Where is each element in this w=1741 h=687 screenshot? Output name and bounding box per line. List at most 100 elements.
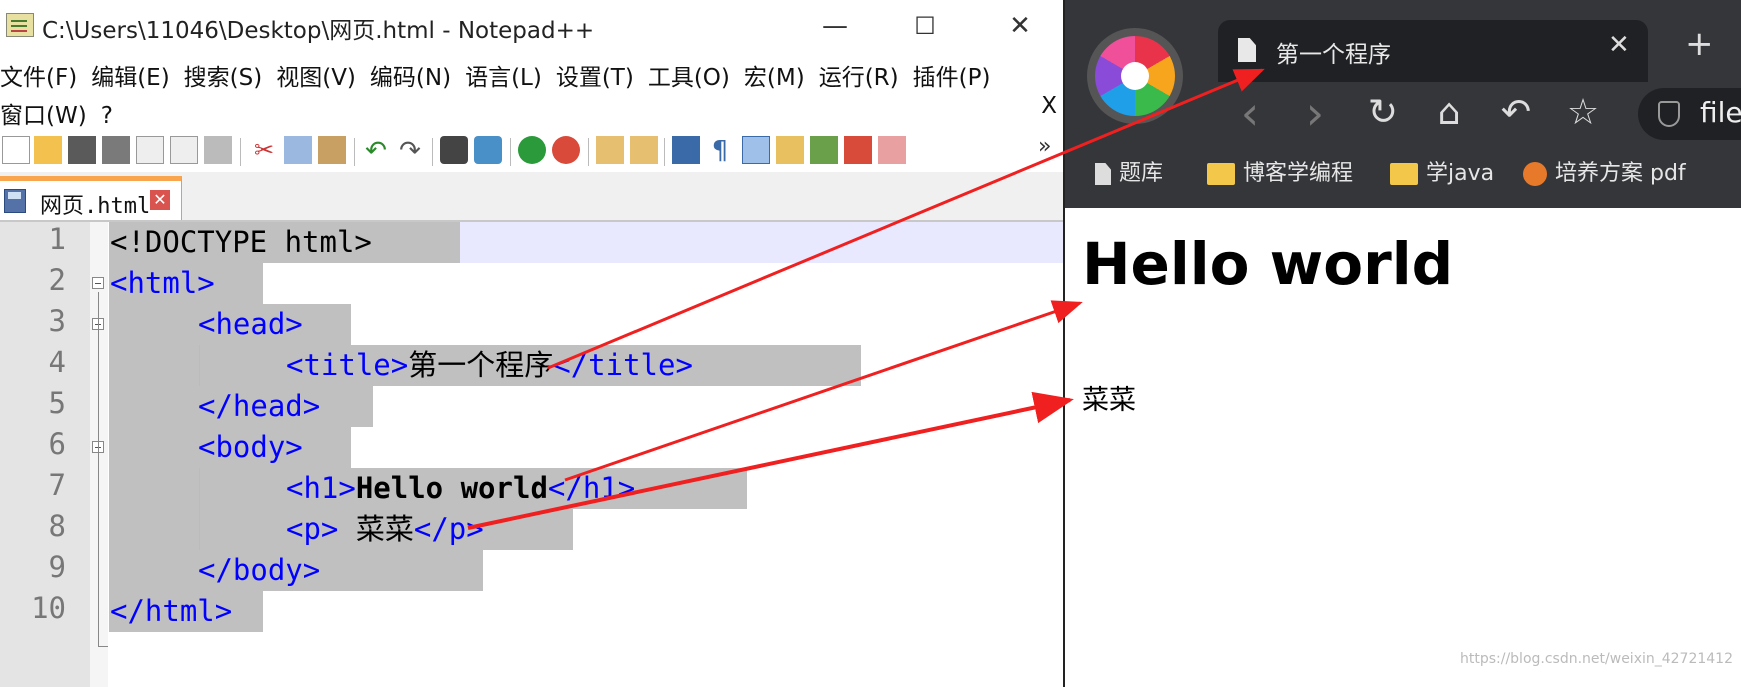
sync-vertical-icon[interactable] bbox=[596, 136, 624, 164]
redo-icon[interactable]: ↷ bbox=[396, 136, 424, 166]
menu-plugins[interactable]: 插件(P) bbox=[913, 58, 991, 92]
page-icon bbox=[1095, 163, 1111, 185]
menu-edit[interactable]: 编辑(E) bbox=[91, 58, 169, 92]
toolbar-separator bbox=[664, 138, 665, 166]
fold-line bbox=[98, 292, 99, 647]
toolbar-separator bbox=[240, 138, 241, 166]
tab-webpage-html[interactable]: 网页.html ✕ bbox=[0, 176, 182, 220]
save-all-icon[interactable] bbox=[102, 136, 130, 164]
menu-close-button[interactable]: X bbox=[1041, 93, 1057, 119]
toolbar-separator bbox=[588, 138, 589, 166]
show-all-characters-icon[interactable]: ¶ bbox=[706, 136, 734, 166]
bookmark-label: 学java bbox=[1426, 161, 1495, 186]
code-line-8: <p> 菜菜</p> bbox=[286, 509, 484, 550]
function-list-icon[interactable] bbox=[844, 136, 872, 164]
title-close-tag: </title> bbox=[553, 348, 693, 382]
browser-logo-icon[interactable] bbox=[1087, 28, 1183, 124]
forward-button[interactable]: › bbox=[1290, 88, 1340, 138]
title-open-tag: <title> bbox=[286, 348, 409, 382]
code-editor[interactable]: 1 2 3 4 5 6 7 8 9 10 <!DOCTYPE html> <ht… bbox=[0, 222, 1065, 687]
line-number: 5 bbox=[48, 386, 66, 420]
close-button[interactable]: ✕ bbox=[990, 6, 1050, 46]
menu-run[interactable]: 运行(R) bbox=[819, 58, 899, 92]
menu-encoding[interactable]: 编码(N) bbox=[370, 58, 451, 92]
home-button[interactable]: ⌂ bbox=[1424, 88, 1474, 138]
sync-horizontal-icon[interactable] bbox=[630, 136, 658, 164]
menu-file[interactable]: 文件(F) bbox=[0, 58, 77, 92]
user-language-icon[interactable] bbox=[776, 136, 804, 164]
copy-icon[interactable] bbox=[284, 136, 312, 164]
notepad-app-icon bbox=[6, 13, 34, 37]
line-number: 2 bbox=[48, 263, 66, 297]
address-bar[interactable]: file bbox=[1638, 88, 1741, 140]
paste-icon[interactable] bbox=[318, 136, 346, 164]
code-line-3: <head> bbox=[198, 307, 303, 341]
maximize-button[interactable]: ☐ bbox=[895, 6, 955, 46]
folder-as-workspace-icon[interactable] bbox=[878, 136, 906, 164]
code-line-10: </html> bbox=[110, 594, 233, 628]
menu-macro[interactable]: 宏(M) bbox=[744, 58, 805, 92]
save-icon[interactable] bbox=[68, 136, 96, 164]
menu-window[interactable]: 窗口(W) bbox=[0, 96, 87, 130]
bookmark-star-button[interactable]: ☆ bbox=[1558, 88, 1608, 138]
back-button[interactable]: ‹ bbox=[1225, 88, 1275, 138]
menu-help[interactable]: ? bbox=[101, 103, 113, 129]
line-number: 9 bbox=[48, 550, 66, 584]
window-title: C:\Users\11046\Desktop\网页.html - Notepad… bbox=[42, 18, 595, 44]
minimize-button[interactable]: — bbox=[805, 6, 865, 46]
zoom-out-icon[interactable] bbox=[552, 136, 580, 164]
page-content: Hello world 菜菜 https://blog.csdn.net/wei… bbox=[1065, 208, 1741, 687]
folder-icon bbox=[1390, 163, 1418, 185]
url-text: file bbox=[1700, 96, 1741, 129]
close-all-icon[interactable] bbox=[170, 136, 198, 164]
saved-state-icon bbox=[4, 189, 26, 213]
undo-close-button[interactable]: ↶ bbox=[1491, 88, 1541, 138]
bookmark-training-plan[interactable]: 培养方案 pdf bbox=[1523, 155, 1686, 195]
page-paragraph: 菜菜 bbox=[1082, 385, 1136, 416]
reload-button[interactable]: ↻ bbox=[1358, 88, 1408, 138]
cut-icon[interactable]: ✂ bbox=[250, 136, 278, 164]
toolbar-separator bbox=[354, 138, 355, 166]
bookmark-label: 博客学编程 bbox=[1243, 161, 1354, 186]
indent-guide bbox=[199, 468, 200, 550]
bookmark-blog[interactable]: 博客学编程 bbox=[1207, 155, 1353, 195]
new-file-icon[interactable] bbox=[2, 136, 30, 164]
new-tab-button[interactable]: + bbox=[1685, 24, 1714, 64]
fold-toggle-icon[interactable] bbox=[92, 277, 104, 289]
menu-language[interactable]: 语言(L) bbox=[465, 58, 542, 92]
print-icon[interactable] bbox=[204, 136, 232, 164]
p-text: 菜菜 bbox=[338, 512, 414, 546]
toolbar: ✂ ↶ ↷ ¶ » bbox=[0, 130, 1065, 172]
bookmark-tiku[interactable]: 题库 bbox=[1095, 155, 1163, 195]
bookmark-java[interactable]: 学java bbox=[1390, 155, 1494, 195]
bookmark-label: 题库 bbox=[1119, 161, 1164, 186]
indent-guide-icon[interactable] bbox=[742, 136, 770, 164]
gear-icon bbox=[1523, 162, 1547, 186]
code-line-6: <body> bbox=[198, 430, 303, 464]
shield-icon[interactable] bbox=[1658, 101, 1680, 127]
menu-search[interactable]: 搜索(S) bbox=[184, 58, 263, 92]
line-number: 3 bbox=[48, 304, 66, 338]
fold-margin bbox=[90, 222, 108, 687]
browser-tab[interactable]: 第一个程序 ✕ bbox=[1218, 20, 1648, 82]
page-icon bbox=[1238, 38, 1256, 62]
find-icon[interactable] bbox=[440, 136, 468, 164]
menu-settings[interactable]: 设置(T) bbox=[556, 58, 634, 92]
browser-window: 第一个程序 ✕ + ‹ › ↻ ⌂ ↶ ☆ file 题库 博客学编程 学jav… bbox=[1065, 0, 1741, 687]
tab-close-icon[interactable]: ✕ bbox=[150, 190, 170, 210]
replace-icon[interactable] bbox=[474, 136, 502, 164]
browser-tab-close-icon[interactable]: ✕ bbox=[1608, 30, 1630, 60]
word-wrap-icon[interactable] bbox=[672, 136, 700, 164]
close-file-icon[interactable] bbox=[136, 136, 164, 164]
line-number: 4 bbox=[48, 345, 66, 379]
toolbar-overflow-icon[interactable]: » bbox=[1038, 134, 1051, 159]
open-file-icon[interactable] bbox=[34, 136, 62, 164]
menu-tools[interactable]: 工具(O) bbox=[648, 58, 730, 92]
document-map-icon[interactable] bbox=[810, 136, 838, 164]
menu-view[interactable]: 视图(V) bbox=[276, 58, 356, 92]
browser-chrome: 第一个程序 ✕ + ‹ › ↻ ⌂ ↶ ☆ file 题库 博客学编程 学jav… bbox=[1065, 0, 1741, 208]
line-number: 1 bbox=[48, 222, 66, 256]
toolbar-separator bbox=[432, 138, 433, 166]
zoom-in-icon[interactable] bbox=[518, 136, 546, 164]
undo-icon[interactable]: ↶ bbox=[362, 136, 390, 166]
